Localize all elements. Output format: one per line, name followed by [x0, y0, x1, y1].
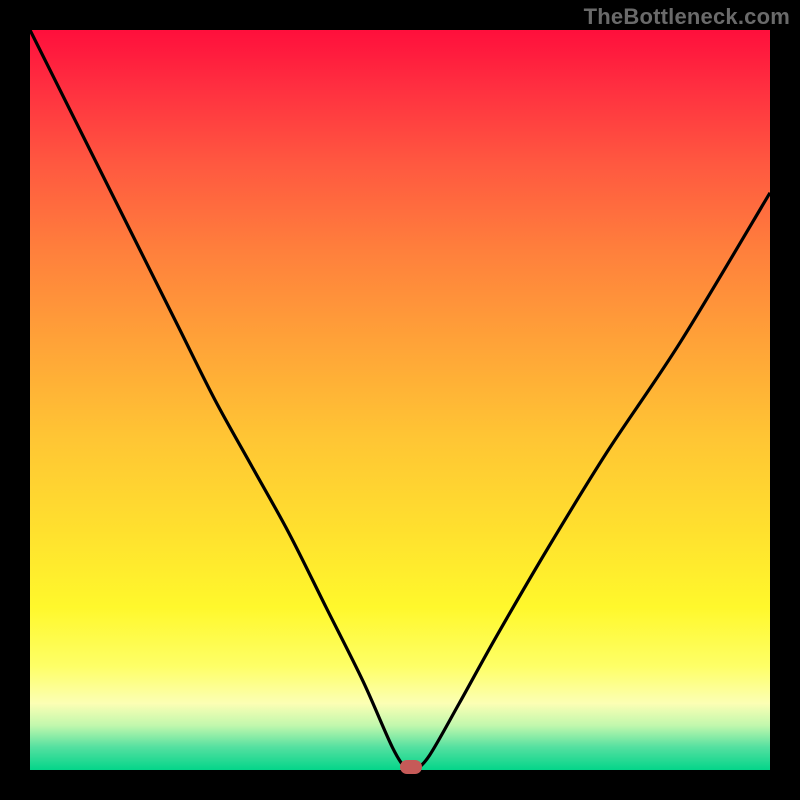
chart-frame: TheBottleneck.com [0, 0, 800, 800]
plot-area [30, 30, 770, 770]
watermark-text: TheBottleneck.com [584, 4, 790, 30]
bottleneck-curve-path [30, 30, 770, 770]
min-marker [400, 760, 422, 774]
curve-layer [30, 30, 770, 770]
